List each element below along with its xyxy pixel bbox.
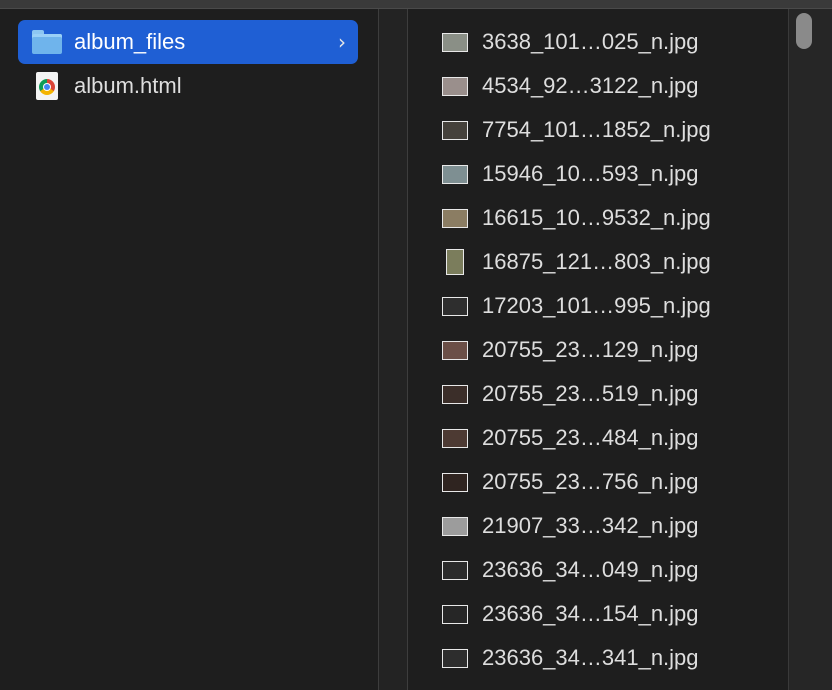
image-thumbnail-icon — [442, 340, 468, 360]
file-item[interactable]: 16615_10…9532_n.jpg — [442, 196, 711, 240]
folder-item-album-files[interactable]: album_files › — [18, 20, 358, 64]
image-thumbnail-icon — [442, 120, 468, 140]
vertical-scrollbar-track[interactable] — [788, 9, 832, 690]
file-item[interactable]: 21907_33…342_n.jpg — [442, 504, 699, 548]
column-2-file-list: 3638_101…025_n.jpg 4534_92…3122_n.jpg 77… — [408, 9, 788, 690]
file-item-album-html[interactable]: album.html — [18, 64, 358, 108]
file-name: 16615_10…9532_n.jpg — [482, 205, 711, 230]
file-name: 4534_92…3122_n.jpg — [482, 73, 699, 98]
image-thumbnail-icon — [446, 249, 464, 275]
folder-item-label: album_files — [74, 29, 186, 54]
file-item[interactable]: 20755_23…129_n.jpg — [442, 328, 699, 372]
image-thumbnail-icon — [442, 472, 468, 492]
chrome-html-file-icon — [36, 72, 58, 100]
file-name: 15946_10…593_n.jpg — [482, 161, 699, 186]
file-item[interactable]: 20755_23…484_n.jpg — [442, 416, 699, 460]
file-name: 23636_34…154_n.jpg — [482, 601, 699, 626]
image-thumbnail-icon — [442, 208, 468, 228]
image-thumbnail-icon — [442, 384, 468, 404]
file-name: 3638_101…025_n.jpg — [482, 29, 699, 54]
file-item[interactable]: 4534_92…3122_n.jpg — [442, 64, 699, 108]
file-item[interactable]: 15946_10…593_n.jpg — [442, 152, 699, 196]
file-item-label: album.html — [74, 73, 182, 98]
chevron-right-icon: › — [338, 30, 346, 54]
file-item[interactable]: 7754_101…1852_n.jpg — [442, 108, 711, 152]
file-name: 20755_23…519_n.jpg — [482, 381, 699, 406]
file-item[interactable]: 20755_23…519_n.jpg — [442, 372, 699, 416]
column-1: album_files › album.html — [0, 9, 378, 690]
file-name: 20755_23…484_n.jpg — [482, 425, 699, 450]
image-thumbnail-icon — [442, 560, 468, 580]
file-name: 21907_33…342_n.jpg — [482, 513, 699, 538]
file-item[interactable]: 16875_121…803_n.jpg — [442, 240, 711, 284]
file-item[interactable]: 20755_23…756_n.jpg — [442, 460, 699, 504]
image-thumbnail-icon — [442, 296, 468, 316]
image-thumbnail-icon — [442, 648, 468, 668]
image-thumbnail-icon — [442, 604, 468, 624]
image-thumbnail-icon — [442, 164, 468, 184]
file-item[interactable]: 3638_101…025_n.jpg — [442, 20, 699, 64]
vertical-scrollbar-thumb[interactable] — [796, 13, 812, 49]
file-name: 7754_101…1852_n.jpg — [482, 117, 711, 142]
file-item[interactable]: 23636_34…154_n.jpg — [442, 592, 699, 636]
image-thumbnail-icon — [442, 516, 468, 536]
column-resize-gutter — [379, 9, 407, 690]
file-name: 20755_23…129_n.jpg — [482, 337, 699, 362]
file-name: 23636_34…049_n.jpg — [482, 557, 699, 582]
file-item[interactable]: 23636_34…341_n.jpg — [442, 636, 699, 680]
file-item[interactable]: 23636_34…049_n.jpg — [442, 548, 699, 592]
folder-icon — [32, 30, 62, 54]
toolbar-edge — [0, 0, 832, 9]
image-thumbnail-icon — [442, 76, 468, 96]
file-item[interactable]: 17203_101…995_n.jpg — [442, 284, 711, 328]
finder-window: album_files › album.html 3638_101…025_n.… — [0, 0, 832, 690]
file-name: 20755_23…756_n.jpg — [482, 469, 699, 494]
file-name: 17203_101…995_n.jpg — [482, 293, 711, 318]
image-thumbnail-icon — [442, 32, 468, 52]
image-thumbnail-icon — [442, 428, 468, 448]
file-name: 16875_121…803_n.jpg — [482, 249, 711, 274]
file-name: 23636_34…341_n.jpg — [482, 645, 699, 670]
